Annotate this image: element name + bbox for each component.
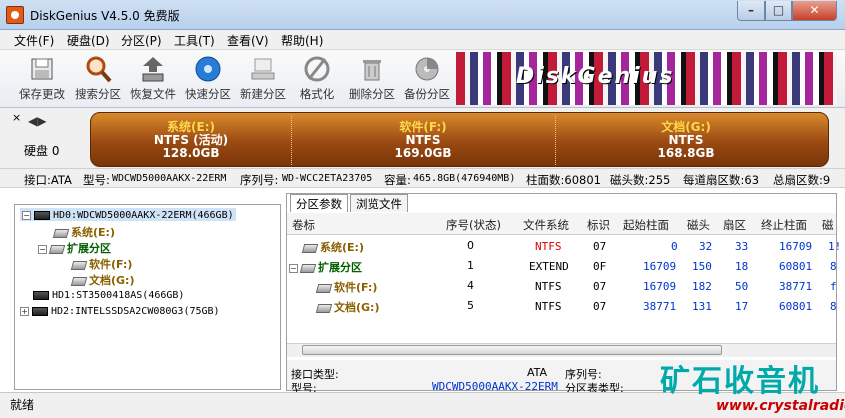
close-diskmap-icon[interactable]: × — [12, 111, 21, 124]
menu-partition[interactable]: 分区(P) — [121, 32, 162, 49]
close-button[interactable]: ✕ — [792, 1, 837, 21]
tree-item-hd0[interactable]: − HD0:WDCWD5000AAKX-22ERM(466GB) — [20, 208, 236, 221]
disk-label: 硬盘 0 — [24, 144, 60, 158]
tree-item-system-e[interactable]: 系统(E:) — [52, 224, 115, 240]
backup-icon — [415, 57, 439, 81]
info-heads: 磁头数:255 — [610, 173, 671, 187]
search-partition-button[interactable]: 搜索分区 — [70, 54, 126, 102]
info-capacity: 465.8GB(476940MB) — [413, 173, 516, 184]
info-model: WDCWD5000AAKX-22ERM — [112, 173, 227, 184]
partition-icon — [70, 276, 88, 286]
new-partition-button[interactable]: 新建分区 — [235, 54, 291, 102]
disk-nav-arrows[interactable]: ◀▶ — [28, 114, 46, 128]
partition-block-g[interactable]: 文档(G:) NTFS 168.8GB — [555, 113, 817, 168]
partition-icon — [315, 283, 333, 293]
info-sectors: 每道扇区数:63 — [683, 173, 760, 187]
tree-item-extended[interactable]: − 扩展分区 — [38, 240, 111, 256]
table-row[interactable]: 系统(E:) 0 NTFS 07 0 32 33 16709 1! — [287, 236, 841, 256]
tree-item-hd2[interactable]: + HD2:INTELSSDSA2CW080G3(75GB) — [20, 304, 220, 317]
window-title: DiskGenius V4.5.0 免费版 — [30, 9, 180, 23]
disk-info-bar: 接口:ATA 型号: WDCWD5000AAKX-22ERM 序列号: WD-W… — [0, 168, 845, 188]
format-button[interactable]: 格式化 — [289, 54, 345, 102]
status-text: 就绪 — [10, 398, 35, 412]
col-volume[interactable]: 卷标 — [292, 217, 315, 233]
info-serial: WD-WCC2ETA23705 — [282, 173, 373, 184]
table-row[interactable]: 软件(F:) 4 NTFS 07 16709 182 50 38771 f — [287, 276, 837, 296]
table-row[interactable]: 文档(G:) 5 NTFS 07 38771 131 17 60801 8 — [287, 296, 837, 316]
trash-icon — [363, 60, 381, 81]
col-seq[interactable]: 序号(状态) — [446, 217, 501, 233]
partition-icon — [315, 303, 333, 313]
tree-item-docs-g[interactable]: 文档(G:) — [70, 272, 134, 288]
info-total-sectors: 总扇区数:9 — [773, 173, 831, 187]
table-row[interactable]: − 扩展分区 1 EXTEND 0F 16709 150 18 60801 8 — [287, 256, 837, 276]
scrollbar-thumb[interactable] — [302, 345, 722, 355]
partition-block-e[interactable]: 系统(E:) NTFS (活动) 128.0GB — [91, 113, 291, 168]
watermark-text: 矿石收音机 — [660, 364, 820, 399]
recover-icon — [142, 57, 164, 82]
menu-file[interactable]: 文件(F) — [14, 32, 54, 49]
col-start-cyl[interactable]: 起始柱面 — [623, 217, 669, 233]
watermark-url: www.crystalradio.cn — [716, 398, 845, 414]
new-partition-icon — [251, 58, 275, 80]
hdd-icon — [34, 210, 50, 220]
partition-icon — [52, 228, 70, 238]
recover-files-button[interactable]: 恢复文件 — [125, 54, 181, 102]
partition-icon — [299, 263, 317, 273]
partition-block-f[interactable]: 软件(F:) NTFS 169.0GB — [291, 113, 555, 168]
format-icon — [304, 56, 330, 82]
banner-text: DiskGenius — [516, 64, 675, 89]
save-icon — [31, 58, 53, 80]
menu-bar: 文件(F) 硬盘(D) 分区(P) 工具(T) 查看(V) 帮助(H) — [0, 30, 845, 50]
hdd-icon — [33, 290, 49, 300]
quick-partition-button[interactable]: 快速分区 — [180, 54, 236, 102]
menu-view[interactable]: 查看(V) — [227, 32, 269, 49]
info-serial-label: 序列号: — [240, 173, 279, 187]
partition-icon — [70, 260, 88, 270]
minimize-button[interactable]: – — [737, 1, 765, 21]
info-capacity-label: 容量: — [384, 173, 411, 187]
tab-partition-params[interactable]: 分区参数 — [290, 194, 348, 212]
magnifier-icon — [86, 56, 112, 83]
info-model-label: 型号: — [83, 173, 110, 187]
col-more[interactable]: 磁 — [822, 217, 834, 233]
backup-partition-button[interactable]: 备份分区 — [399, 54, 455, 102]
maximize-button[interactable]: □ — [765, 1, 792, 21]
partition-icon — [48, 244, 66, 254]
tree-item-software-f[interactable]: 软件(F:) — [70, 256, 132, 272]
col-head[interactable]: 磁头 — [687, 217, 710, 233]
partition-icon — [301, 243, 319, 253]
col-id[interactable]: 标识 — [587, 217, 610, 233]
disk-blue-icon — [195, 56, 221, 82]
col-sector[interactable]: 扇区 — [723, 217, 746, 233]
menu-help[interactable]: 帮助(H) — [281, 32, 323, 49]
menu-tools[interactable]: 工具(T) — [174, 32, 215, 49]
partition-map: 系统(E:) NTFS (活动) 128.0GB 软件(F:) NTFS 169… — [90, 112, 829, 167]
hdd-icon — [32, 306, 48, 316]
tree-item-hd1[interactable]: HD1:ST3500418AS(466GB) — [33, 288, 184, 301]
tab-browse-files[interactable]: 浏览文件 — [350, 194, 408, 212]
col-end-cyl[interactable]: 终止柱面 — [761, 217, 807, 233]
col-fs[interactable]: 文件系统 — [523, 217, 569, 233]
save-changes-button[interactable]: 保存更改 — [14, 54, 70, 102]
info-cylinders: 柱面数:60801 — [526, 173, 601, 187]
info-interface: 接口:ATA — [24, 173, 72, 187]
menu-disk[interactable]: 硬盘(D) — [67, 32, 110, 49]
app-logo-icon — [6, 6, 24, 24]
delete-partition-button[interactable]: 删除分区 — [344, 54, 400, 102]
